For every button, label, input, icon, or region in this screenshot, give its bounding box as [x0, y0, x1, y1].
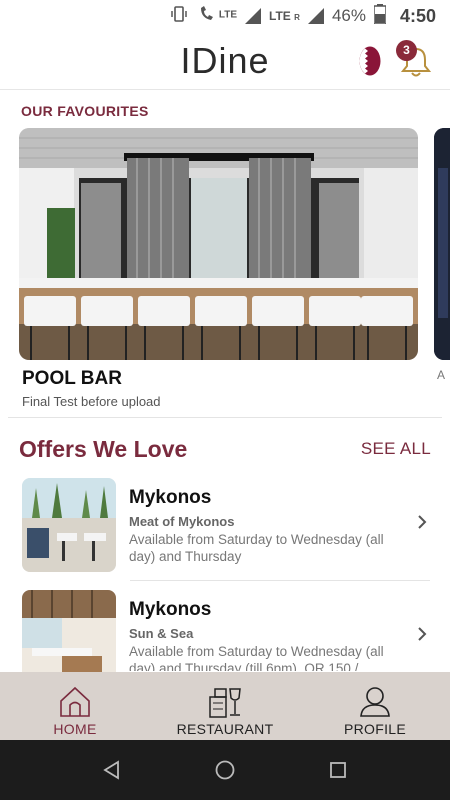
call-lte-icon: LTE: [197, 4, 237, 29]
pool-bar-image: [19, 128, 418, 360]
chevron-right-icon[interactable]: [414, 626, 430, 642]
next-favourite-title: A: [437, 368, 446, 382]
status-bar: LTE LTE R 46% 4:50: [0, 0, 450, 32]
nav-profile-label: PROFILE: [343, 721, 406, 737]
qatar-flag-icon[interactable]: [359, 46, 381, 76]
see-all-button[interactable]: SEE ALL: [361, 439, 431, 459]
offer-subtitle: Meat of Mykonos: [129, 514, 235, 529]
system-navigation-bar: [0, 740, 450, 800]
favourite-subtitle: Final Test before upload: [22, 394, 161, 409]
restaurant-icon: [209, 688, 241, 718]
favourites-label: OUR FAVOURITES: [21, 103, 149, 119]
circle-home-icon: [215, 760, 235, 780]
section-divider: [8, 417, 442, 418]
notification-badge: 3: [396, 40, 417, 61]
offer-thumbnail: [22, 590, 116, 684]
chevron-right-icon[interactable]: [414, 514, 430, 530]
offer-name: Mykonos: [129, 487, 212, 508]
signal-icon: [245, 8, 262, 24]
favourite-title[interactable]: POOL BAR: [22, 368, 122, 390]
square-recents-icon: [330, 762, 347, 778]
offer-description: Available from Saturday to Wednesday (al…: [129, 532, 384, 564]
next-card-image: [434, 128, 450, 360]
favourite-card-pool-bar[interactable]: [19, 128, 418, 360]
clock: 4:50: [399, 5, 436, 26]
offer-item[interactable]: Mykonos Meat of Mykonos Available from S…: [22, 478, 434, 578]
app-logo: IDine: [180, 40, 270, 81]
offer-name: Mykonos: [129, 599, 212, 620]
nav-home-label: HOME: [53, 721, 97, 737]
notifications-button[interactable]: 3: [396, 40, 436, 80]
back-button[interactable]: [92, 750, 132, 790]
nav-home[interactable]: HOME: [0, 672, 150, 740]
nav-restaurant[interactable]: RESTAURANT: [150, 672, 300, 740]
nav-restaurant-label: RESTAURANT: [176, 721, 274, 737]
signal-icon-2: [307, 8, 324, 24]
vibrate-icon: [169, 4, 189, 29]
nav-profile[interactable]: PROFILE: [300, 672, 450, 740]
home-system-button[interactable]: [205, 750, 245, 790]
battery-icon: [373, 3, 387, 29]
offer-description: Available from Saturday to Wednesday (al…: [129, 644, 384, 671]
offers-title: Offers We Love: [19, 436, 188, 462]
lte-indicator: LTE R: [269, 9, 300, 23]
recents-button[interactable]: [318, 750, 358, 790]
profile-icon: [360, 687, 390, 717]
favourite-card-next[interactable]: [434, 128, 450, 360]
offer-subtitle: Sun & Sea: [129, 626, 194, 641]
bottom-navigation: HOME RESTAURANT PROFILE: [0, 672, 450, 740]
back-icon: [102, 760, 119, 780]
app-header: IDine 3: [0, 32, 450, 90]
battery-level: 46%: [331, 6, 366, 25]
home-icon: [60, 686, 90, 717]
offer-separator: [130, 580, 430, 581]
offer-thumbnail: [22, 478, 116, 572]
